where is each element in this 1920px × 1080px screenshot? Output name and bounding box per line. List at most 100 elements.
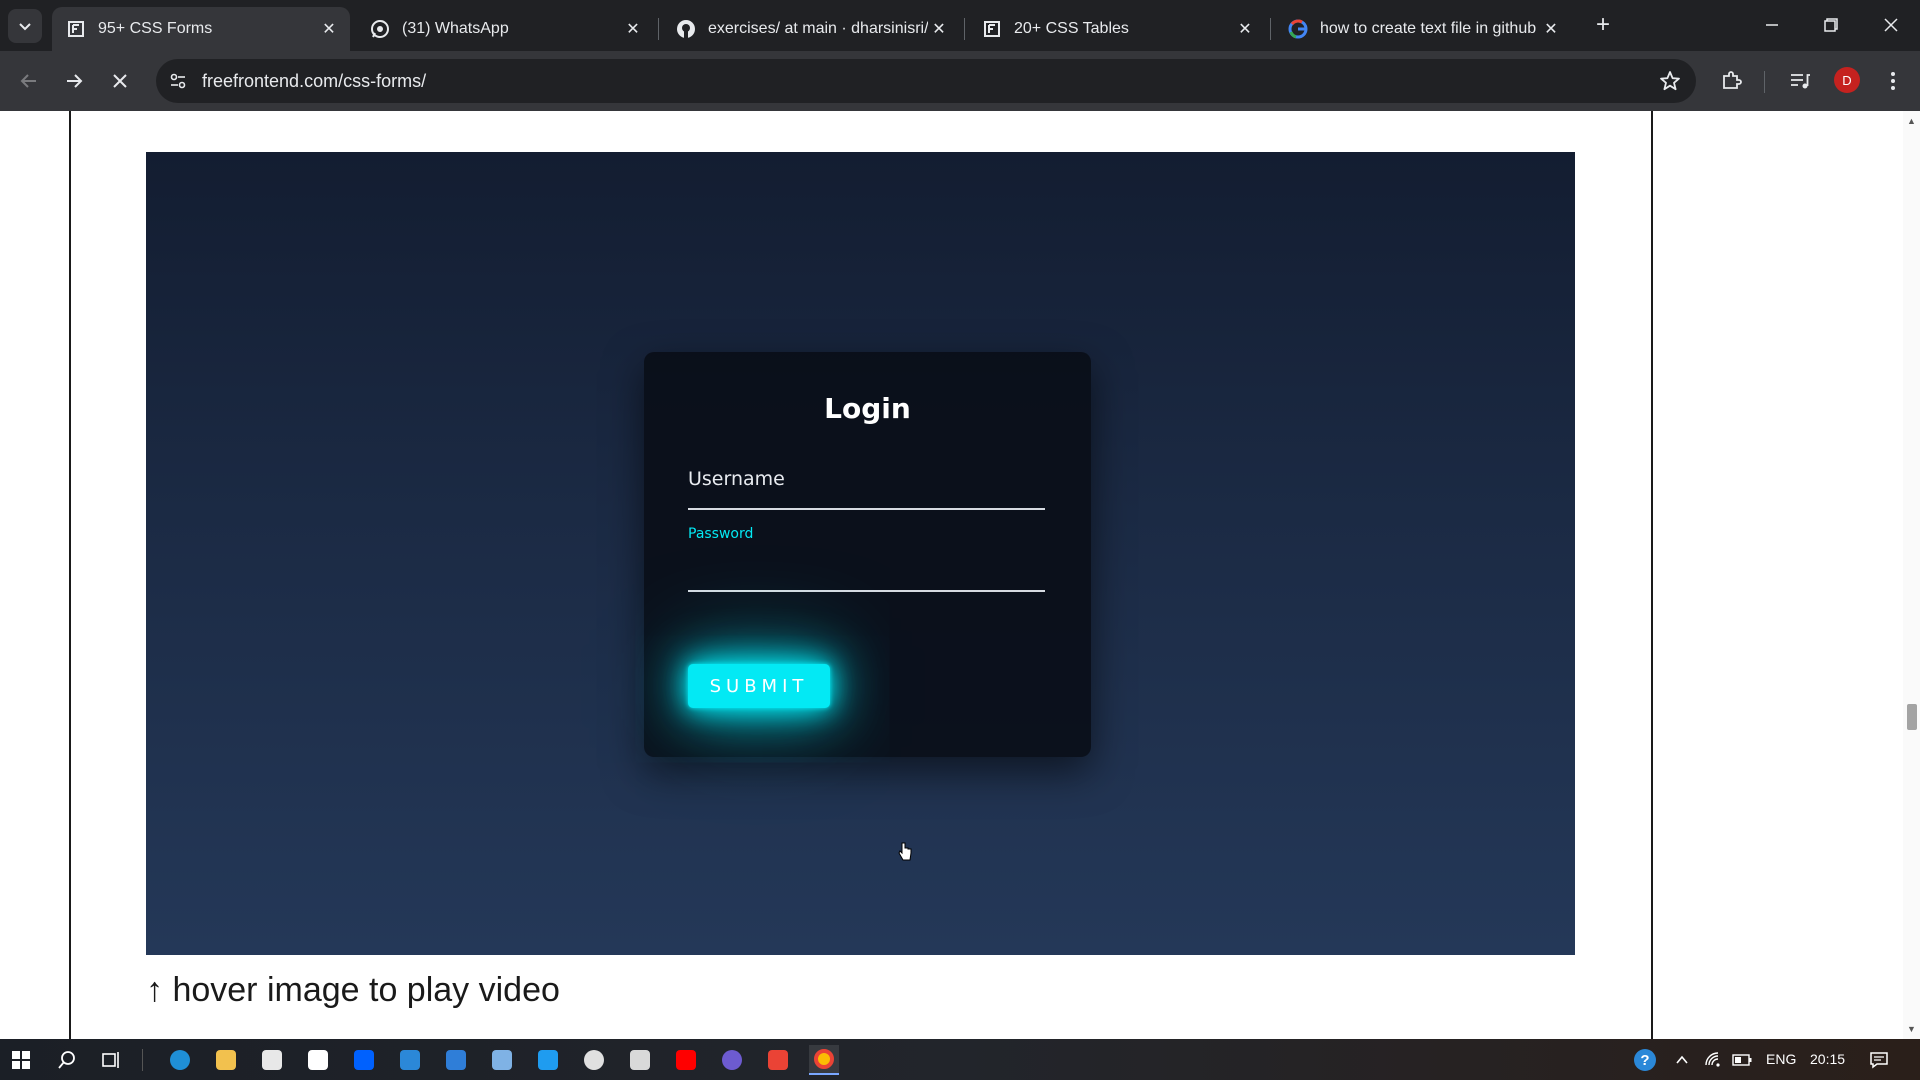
vscode-app[interactable]: [533, 1045, 563, 1075]
freefrontend-icon: [982, 19, 1002, 39]
username-input[interactable]: [688, 462, 1045, 496]
youtube-app[interactable]: [671, 1045, 701, 1075]
mail-app[interactable]: [441, 1045, 471, 1075]
demo-caption: ↑ hover image to play video: [146, 971, 560, 1009]
task-view-icon: [102, 1052, 119, 1068]
arrow-left-icon: [20, 74, 36, 88]
tab-separator: [964, 18, 965, 40]
demo-preview[interactable]: Login Password SUBMIT: [146, 152, 1575, 955]
tab-search-button[interactable]: [8, 9, 42, 43]
copilot-icon: [722, 1050, 742, 1070]
username-field[interactable]: [688, 462, 1045, 510]
power-automate-app[interactable]: [395, 1045, 425, 1075]
login-title: Login: [824, 392, 911, 425]
tab-github[interactable]: exercises/ at main · dharsinisri/e ✕: [662, 7, 960, 51]
edge-app[interactable]: [165, 1045, 195, 1075]
close-icon: [113, 74, 127, 88]
notification-icon: [1870, 1052, 1888, 1069]
close-icon[interactable]: ✕: [622, 18, 644, 40]
windows-logo-icon: [12, 1051, 30, 1069]
back-button[interactable]: [14, 66, 44, 96]
forward-button[interactable]: [59, 66, 89, 96]
taskbar-divider: [142, 1049, 143, 1071]
tab-separator: [658, 18, 659, 40]
media-queue-icon: [1791, 74, 1810, 89]
stop-loading-button[interactable]: [105, 66, 135, 96]
whatsapp-app[interactable]: [579, 1045, 609, 1075]
svg-text:?: ?: [1640, 1052, 1649, 1069]
bookmark-star-icon[interactable]: [1658, 69, 1682, 93]
site-info-icon[interactable]: [166, 69, 190, 93]
notes-app[interactable]: [487, 1045, 517, 1075]
dropbox-app[interactable]: [349, 1045, 379, 1075]
camera-icon: [630, 1050, 650, 1070]
battery-button[interactable]: [1727, 1045, 1757, 1075]
tab-whatsapp[interactable]: (31) WhatsApp ✕: [356, 7, 654, 51]
submit-button[interactable]: SUBMIT: [688, 664, 830, 708]
password-field[interactable]: Password: [688, 526, 1045, 592]
close-window-button[interactable]: [1871, 8, 1911, 42]
copilot-app[interactable]: [717, 1045, 747, 1075]
tab-separator: [1270, 18, 1271, 40]
amazon-app[interactable]: [303, 1045, 333, 1075]
restore-icon: [1824, 18, 1838, 32]
camera-app[interactable]: [625, 1045, 655, 1075]
folder-icon: [216, 1050, 236, 1070]
battery-icon: [1732, 1054, 1752, 1066]
task-view-button[interactable]: [96, 1045, 126, 1075]
show-hidden-icons-button[interactable]: [1667, 1045, 1697, 1075]
close-icon[interactable]: ✕: [1540, 18, 1562, 40]
page-viewport: Login Password SUBMIT ↑ hover image to p…: [0, 111, 1920, 1039]
notifications-button[interactable]: [1864, 1045, 1894, 1075]
extensions-button[interactable]: [1716, 66, 1746, 96]
wifi-icon: [1705, 1052, 1720, 1067]
close-icon[interactable]: ✕: [318, 18, 340, 40]
tab-google-search[interactable]: how to create text file in github ✕: [1274, 7, 1572, 51]
tab-title: exercises/ at main · dharsinisri/e: [708, 20, 928, 37]
chrome-icon: [814, 1049, 834, 1069]
start-button[interactable]: [6, 1045, 36, 1075]
scroll-thumb[interactable]: [1907, 704, 1917, 730]
tab-css-tables[interactable]: 20+ CSS Tables ✕: [968, 7, 1266, 51]
language-indicator[interactable]: ENG: [1766, 1051, 1796, 1067]
mail-icon: [446, 1050, 466, 1070]
clock[interactable]: 20:15: [1810, 1051, 1845, 1067]
chevron-down-icon: [19, 23, 31, 31]
chrome-app[interactable]: [809, 1045, 839, 1075]
url-text: freefrontend.com/css-forms/: [202, 71, 427, 91]
search-button[interactable]: [52, 1045, 82, 1075]
address-bar[interactable]: freefrontend.com/css-forms/: [156, 59, 1696, 103]
store-icon: [262, 1050, 282, 1070]
content-border-left: [69, 111, 71, 1039]
profile-avatar[interactable]: D: [1834, 67, 1860, 93]
password-input[interactable]: [688, 565, 1045, 586]
youtube-icon: [676, 1050, 696, 1070]
close-icon[interactable]: ✕: [1234, 18, 1256, 40]
gmail-app[interactable]: [763, 1045, 793, 1075]
close-icon[interactable]: ✕: [928, 18, 950, 40]
whatsapp-icon: [370, 19, 390, 39]
scroll-down-arrow-icon[interactable]: ▼: [1903, 1021, 1920, 1037]
notes-icon: [492, 1050, 512, 1070]
minimize-button[interactable]: [1752, 8, 1792, 42]
windows-taskbar: ? ENG 20:15: [0, 1039, 1920, 1080]
media-controls-button[interactable]: [1785, 66, 1815, 96]
puzzle-icon: [1723, 71, 1742, 89]
new-tab-button[interactable]: +: [1590, 11, 1616, 38]
page-scrollbar[interactable]: ▲ ▼: [1903, 111, 1920, 1039]
network-button[interactable]: [1698, 1045, 1728, 1075]
arrow-right-icon: [67, 74, 83, 88]
browser-menu-button[interactable]: [1878, 66, 1908, 96]
dropbox-icon: [354, 1050, 374, 1070]
scroll-up-arrow-icon[interactable]: ▲: [1903, 113, 1920, 129]
tab-title: 20+ CSS Tables: [1014, 20, 1129, 37]
file-explorer-app[interactable]: [211, 1045, 241, 1075]
kebab-menu-icon: [1891, 72, 1895, 90]
tab-css-forms[interactable]: 95+ CSS Forms ✕: [52, 7, 350, 51]
github-icon: [676, 19, 696, 39]
toolbar-divider: [1764, 71, 1765, 93]
edge-icon: [170, 1050, 190, 1070]
restore-button[interactable]: [1811, 8, 1851, 42]
help-button[interactable]: ?: [1630, 1045, 1660, 1075]
store-app[interactable]: [257, 1045, 287, 1075]
